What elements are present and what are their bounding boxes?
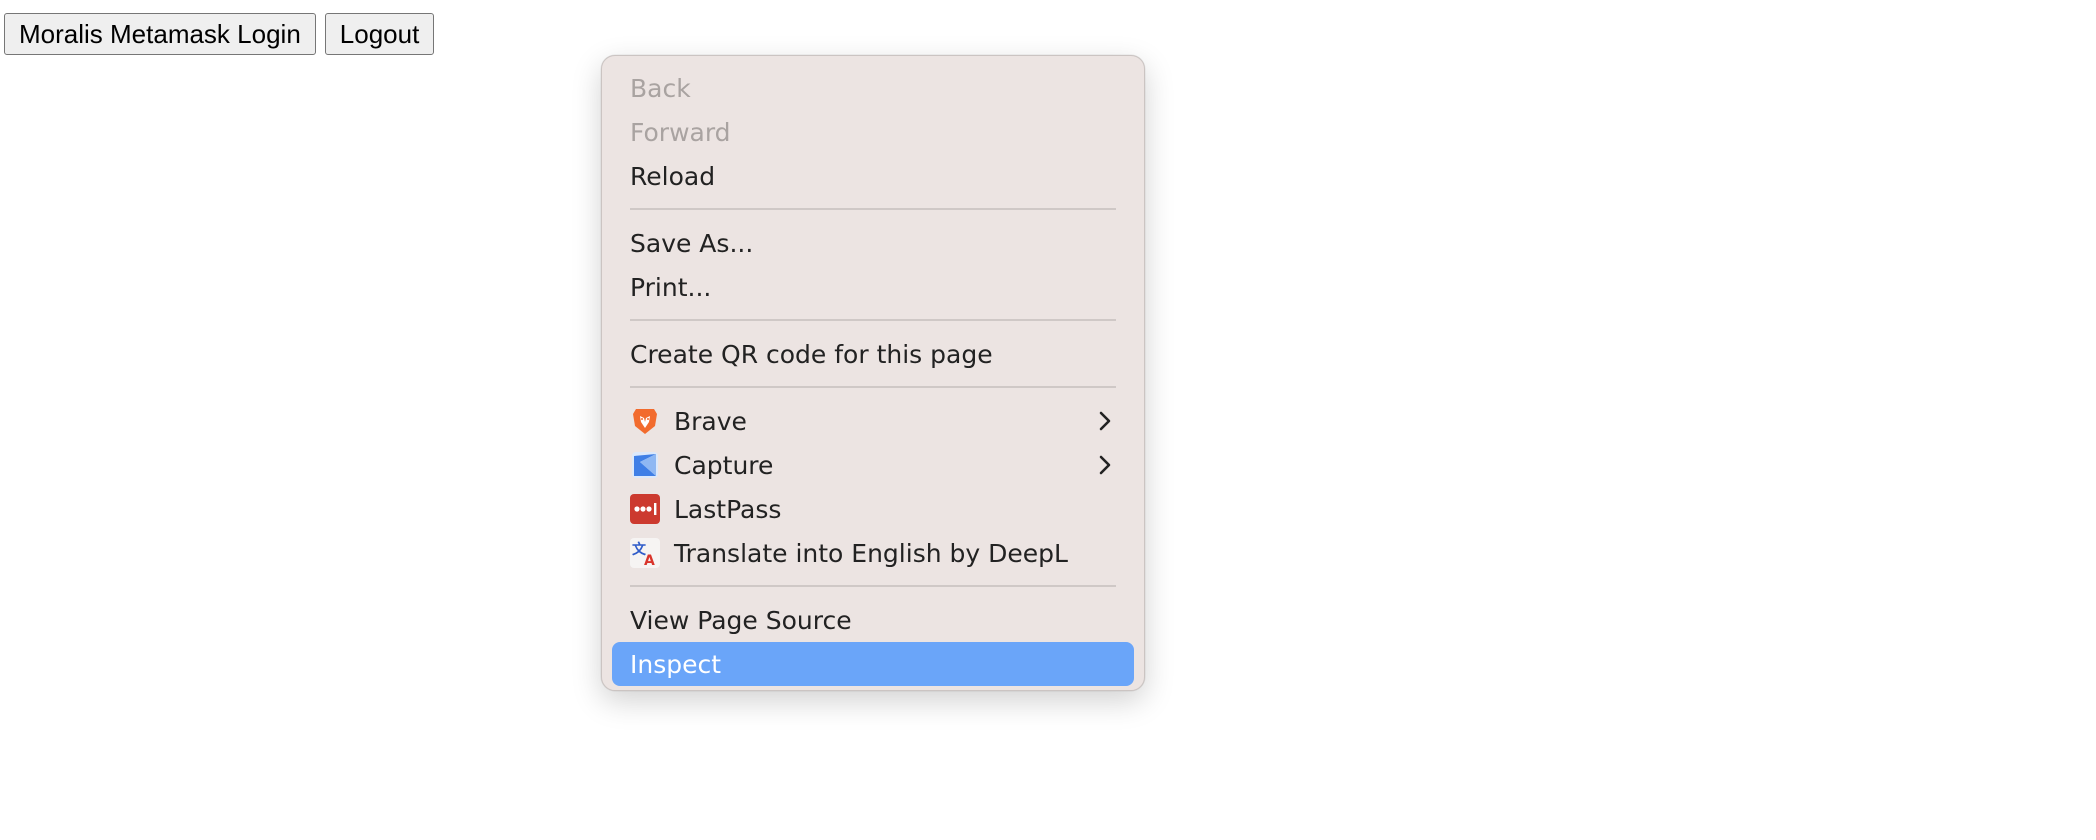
menu-item-label: Save As... bbox=[630, 228, 754, 258]
menu-item-label: Create QR code for this page bbox=[630, 339, 993, 369]
menu-item-label: Back bbox=[630, 73, 691, 103]
chevron-right-icon bbox=[1099, 455, 1111, 475]
menu-item-print[interactable]: Print... bbox=[612, 265, 1134, 309]
menu-separator bbox=[630, 386, 1116, 388]
page: Moralis Metamask Login Logout Back Forwa… bbox=[0, 0, 2096, 840]
menu-item-label: Inspect bbox=[630, 649, 722, 679]
svg-text:A: A bbox=[644, 553, 655, 568]
menu-separator bbox=[630, 208, 1116, 210]
context-menu: Back Forward Reload Save As... Print... … bbox=[601, 55, 1145, 691]
menu-item-label: Capture bbox=[674, 450, 774, 480]
menu-item-brave[interactable]: Brave bbox=[612, 399, 1134, 443]
logout-button[interactable]: Logout bbox=[324, 13, 435, 55]
menu-item-lastpass[interactable]: LastPass bbox=[612, 487, 1134, 531]
menu-item-label: Translate into English by DeepL bbox=[674, 538, 1068, 568]
menu-item-label: Reload bbox=[630, 161, 716, 191]
menu-item-label: Brave bbox=[674, 406, 747, 436]
menu-item-back: Back bbox=[612, 66, 1134, 110]
menu-item-label: Forward bbox=[630, 117, 731, 147]
menu-item-create-qr-code[interactable]: Create QR code for this page bbox=[612, 332, 1134, 376]
capture-icon bbox=[630, 450, 660, 480]
menu-item-forward: Forward bbox=[612, 110, 1134, 154]
menu-separator bbox=[630, 319, 1116, 321]
menu-item-inspect[interactable]: Inspect bbox=[612, 642, 1134, 686]
menu-item-label: LastPass bbox=[674, 494, 782, 524]
top-buttons: Moralis Metamask Login Logout bbox=[4, 13, 435, 55]
menu-item-label: Print... bbox=[630, 272, 712, 302]
deepl-translate-icon: 文 A bbox=[630, 538, 660, 568]
brave-lion-icon bbox=[630, 406, 660, 436]
menu-item-deepl-translate[interactable]: 文 A Translate into English by DeepL bbox=[612, 531, 1134, 575]
chevron-right-icon bbox=[1099, 411, 1111, 431]
lastpass-icon bbox=[630, 494, 660, 524]
menu-separator bbox=[630, 585, 1116, 587]
menu-item-save-as[interactable]: Save As... bbox=[612, 221, 1134, 265]
menu-item-view-page-source[interactable]: View Page Source bbox=[612, 598, 1134, 642]
menu-item-capture[interactable]: Capture bbox=[612, 443, 1134, 487]
moralis-login-button[interactable]: Moralis Metamask Login bbox=[4, 13, 316, 55]
menu-item-label: View Page Source bbox=[630, 605, 852, 635]
menu-item-reload[interactable]: Reload bbox=[612, 154, 1134, 198]
